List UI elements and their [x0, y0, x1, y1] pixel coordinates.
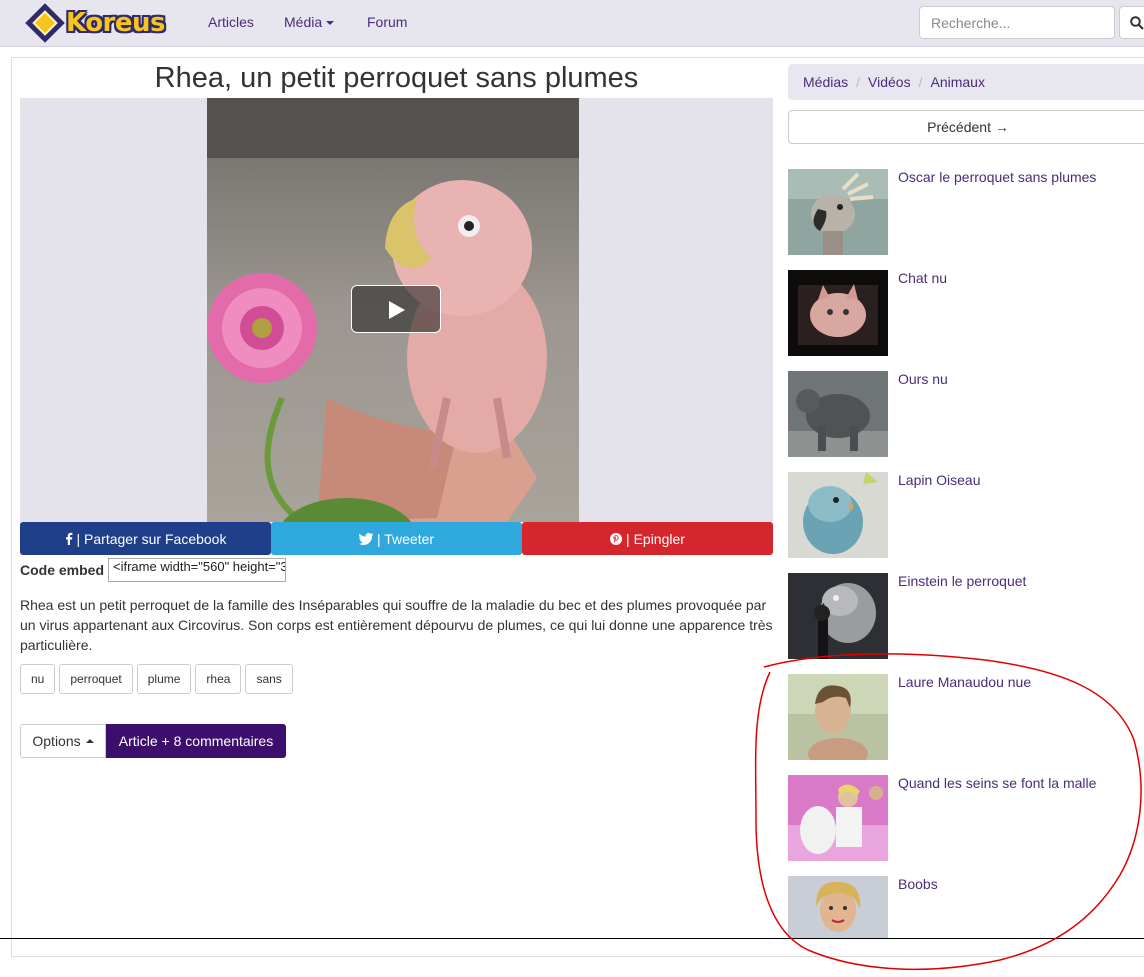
- site-logo[interactable]: Koreus: [25, 2, 166, 44]
- related-item[interactable]: Ours nu: [788, 371, 1144, 459]
- share-twitter-label: | Tweeter: [376, 530, 435, 547]
- related-item[interactable]: Quand les seins se font la malle: [788, 775, 1144, 863]
- search-icon: [1130, 16, 1144, 30]
- related-title: Einstein le perroquet: [898, 573, 1027, 589]
- related-title: Quand les seins se font la malle: [898, 775, 1097, 791]
- tag-plume[interactable]: plume: [136, 664, 192, 694]
- twitter-icon: [358, 532, 373, 545]
- related-item[interactable]: Oscar le perroquet sans plumes: [788, 169, 1144, 257]
- previous-button[interactable]: Précédent →: [788, 110, 1144, 144]
- related-item[interactable]: Lapin Oiseau: [788, 472, 1144, 560]
- pinterest-icon: [610, 532, 623, 545]
- top-navbar: Koreus Articles Média Forum: [0, 0, 1144, 47]
- share-facebook-label: | Partager sur Facebook: [76, 530, 227, 547]
- search-button[interactable]: [1119, 6, 1144, 39]
- bottom-divider: [0, 938, 1144, 939]
- options-label: Options: [32, 733, 81, 749]
- share-pinterest-label: | Epingler: [626, 530, 685, 547]
- embed-label: Code embed: [20, 562, 105, 578]
- related-thumbnail: [788, 270, 888, 356]
- related-title: Boobs: [898, 876, 938, 892]
- related-title: Chat nu: [898, 270, 948, 286]
- logo-diamond-icon: [25, 3, 65, 43]
- article-title: Rhea, un petit perroquet sans plumes: [154, 62, 639, 94]
- related-item[interactable]: Laure Manaudou nue: [788, 674, 1144, 762]
- breadcrumb-animaux[interactable]: Animaux: [930, 74, 984, 90]
- tag-nu[interactable]: nu: [20, 664, 56, 694]
- tag-rhea[interactable]: rhea: [195, 664, 242, 694]
- breadcrumb-videos[interactable]: Vidéos: [868, 74, 911, 90]
- tag-sans[interactable]: sans: [245, 664, 293, 694]
- options-dropdown-button[interactable]: Options: [20, 724, 106, 758]
- related-item[interactable]: Boobs: [788, 876, 1144, 964]
- related-thumbnail: [788, 169, 888, 255]
- share-facebook-button[interactable]: | Partager sur Facebook: [20, 522, 271, 555]
- facebook-icon: [65, 532, 72, 545]
- caret-up-icon: [85, 739, 94, 743]
- related-thumbnail: [788, 573, 888, 659]
- breadcrumb: Médias / Vidéos / Animaux: [788, 64, 1144, 100]
- related-thumbnail: [788, 472, 888, 558]
- related-thumbnail: [788, 775, 888, 861]
- embed-code-field[interactable]: <iframe width="560" height="315": [108, 558, 286, 582]
- share-twitter-button[interactable]: | Tweeter: [271, 522, 522, 555]
- tag-perroquet[interactable]: perroquet: [59, 664, 133, 694]
- related-title: Ours nu: [898, 371, 948, 387]
- play-icon: [389, 301, 405, 319]
- nav-media[interactable]: Média: [284, 14, 335, 30]
- related-title: Oscar le perroquet sans plumes: [898, 169, 1097, 185]
- logo-text: Koreus: [66, 8, 166, 38]
- video-player[interactable]: [20, 98, 773, 522]
- play-button[interactable]: [351, 285, 441, 333]
- related-thumbnail: [788, 371, 888, 457]
- breadcrumb-medias[interactable]: Médias: [803, 74, 848, 90]
- tag-list: nu perroquet plume rhea sans: [20, 664, 293, 694]
- nav-media-label: Média: [284, 14, 323, 30]
- related-thumbnail: [788, 876, 888, 938]
- nav-articles[interactable]: Articles: [208, 14, 254, 30]
- search-input[interactable]: [919, 6, 1115, 39]
- caret-down-icon: [326, 21, 335, 26]
- nav-forum[interactable]: Forum: [367, 14, 407, 30]
- comments-button[interactable]: Article + 8 commentaires: [106, 724, 286, 758]
- article-description: Rhea est un petit perroquet de la famill…: [20, 597, 773, 653]
- related-item[interactable]: Chat nu: [788, 270, 1144, 358]
- related-title: Laure Manaudou nue: [898, 674, 1032, 690]
- related-thumbnail: [788, 674, 888, 760]
- related-title: Lapin Oiseau: [898, 472, 981, 488]
- related-item[interactable]: Einstein le perroquet: [788, 573, 1144, 661]
- share-pinterest-button[interactable]: | Epingler: [522, 522, 773, 555]
